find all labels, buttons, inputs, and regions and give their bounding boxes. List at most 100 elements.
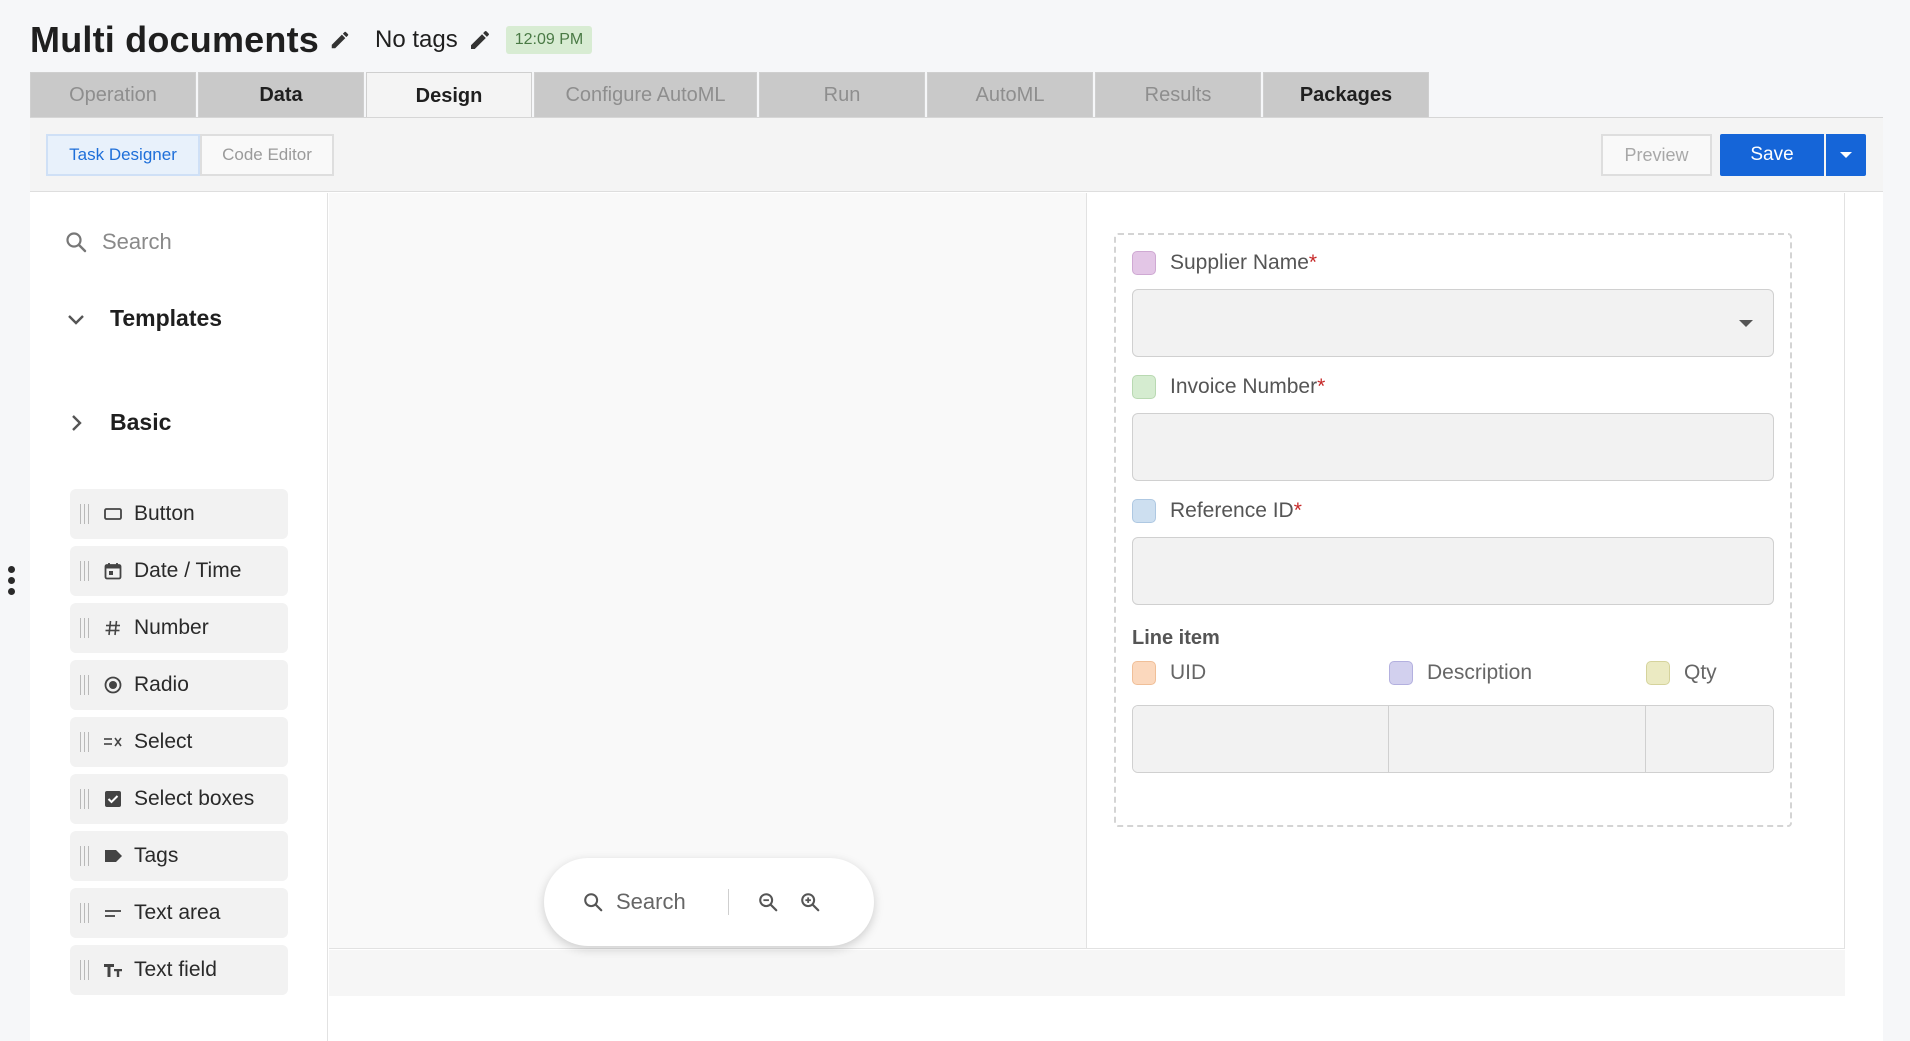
document-canvas[interactable] xyxy=(329,193,1087,949)
checkbox-icon xyxy=(102,788,124,810)
component-text-area[interactable]: Text area xyxy=(70,888,288,938)
supplier-name-select[interactable] xyxy=(1132,289,1774,357)
component-radio[interactable]: Radio xyxy=(70,660,288,710)
color-swatch xyxy=(1132,499,1156,523)
editor-mode-toggle: Task Designer Code Editor xyxy=(46,134,334,176)
line-item-column-qty: Qty xyxy=(1646,661,1717,685)
color-swatch xyxy=(1646,661,1670,685)
component-select-boxes[interactable]: Select boxes xyxy=(70,774,288,824)
qty-input[interactable] xyxy=(1646,706,1773,772)
tags-label: No tags xyxy=(375,26,458,53)
group-templates[interactable]: Templates xyxy=(64,305,222,332)
preview-button[interactable]: Preview xyxy=(1601,134,1712,176)
form-container[interactable]: Supplier Name * Invoice Number * Reference… xyxy=(1114,233,1792,827)
search-icon[interactable] xyxy=(582,891,604,913)
component-date-time[interactable]: Date / Time xyxy=(70,546,288,596)
component-label: Select boxes xyxy=(134,787,255,810)
canvas-search-label[interactable]: Search xyxy=(616,889,686,915)
drag-handle-icon[interactable] xyxy=(80,675,98,695)
required-marker: * xyxy=(1317,375,1326,398)
save-button[interactable]: Save xyxy=(1720,134,1824,176)
zoom-in-icon[interactable] xyxy=(799,891,821,913)
column-label: UID xyxy=(1170,661,1207,684)
description-input[interactable] xyxy=(1389,706,1646,772)
hash-icon xyxy=(102,617,124,639)
line-item-column-description: Description xyxy=(1389,661,1532,685)
tab-bar: Operation Data Design Configure AutoML R… xyxy=(30,72,1431,119)
component-label: Select xyxy=(134,730,193,753)
header: Multi documents No tags 12:09 PM xyxy=(30,18,593,62)
component-label: Tags xyxy=(134,844,179,867)
component-select[interactable]: Select xyxy=(70,717,288,767)
color-swatch xyxy=(1389,661,1413,685)
edit-title-icon[interactable] xyxy=(329,29,351,51)
select-icon xyxy=(102,731,124,753)
tab-operation[interactable]: Operation xyxy=(30,72,196,118)
drag-handle-icon[interactable] xyxy=(80,960,98,980)
task-designer-button[interactable]: Task Designer xyxy=(46,134,200,176)
drag-handle-icon[interactable] xyxy=(80,789,98,809)
color-swatch xyxy=(1132,661,1156,685)
component-tags[interactable]: Tags xyxy=(70,831,288,881)
tab-run[interactable]: Run xyxy=(759,72,925,118)
component-button[interactable]: Button xyxy=(70,489,288,539)
drag-handle-icon[interactable] xyxy=(80,561,98,581)
tab-configure-automl[interactable]: Configure AutoML xyxy=(534,72,757,118)
button-icon xyxy=(102,503,124,525)
save-options-button[interactable] xyxy=(1826,134,1866,176)
column-label: Qty xyxy=(1684,661,1717,684)
more-vert-icon[interactable] xyxy=(8,566,15,595)
text-area-icon xyxy=(102,902,124,924)
search-icon xyxy=(64,230,88,254)
invoice-number-input[interactable] xyxy=(1132,413,1774,481)
tab-data[interactable]: Data xyxy=(198,72,364,118)
bottom-strip xyxy=(329,950,1845,996)
tab-packages[interactable]: Packages xyxy=(1263,72,1429,118)
text-field-icon xyxy=(102,959,124,981)
line-item-row xyxy=(1132,705,1774,773)
field-label-text: Supplier Name xyxy=(1170,251,1309,274)
canvas-search-bar: Search xyxy=(544,858,874,946)
code-editor-button[interactable]: Code Editor xyxy=(200,134,334,176)
radio-icon xyxy=(102,674,124,696)
tab-design[interactable]: Design xyxy=(366,72,532,119)
component-label: Number xyxy=(134,616,209,639)
component-search-placeholder: Search xyxy=(102,229,172,254)
drag-handle-icon[interactable] xyxy=(80,846,98,866)
uid-input[interactable] xyxy=(1133,706,1389,772)
component-text-field[interactable]: Text field xyxy=(70,945,288,995)
field-label-text: Reference ID xyxy=(1170,499,1294,522)
component-number[interactable]: Number xyxy=(70,603,288,653)
form-preview: Supplier Name * Invoice Number * Reference… xyxy=(1087,193,1845,949)
time-badge: 12:09 PM xyxy=(505,26,593,54)
tab-automl[interactable]: AutoML xyxy=(927,72,1093,118)
color-swatch xyxy=(1132,251,1156,275)
component-label: Text field xyxy=(134,958,217,981)
group-templates-label: Templates xyxy=(110,305,223,331)
color-swatch xyxy=(1132,375,1156,399)
drag-handle-icon[interactable] xyxy=(80,903,98,923)
zoom-out-icon[interactable] xyxy=(757,891,779,913)
line-item-title: Line item xyxy=(1132,627,1220,649)
drag-handle-icon[interactable] xyxy=(80,618,98,638)
design-panel: Task Designer Code Editor Preview Save S… xyxy=(30,117,1883,1041)
tab-results[interactable]: Results xyxy=(1095,72,1261,118)
drag-handle-icon[interactable] xyxy=(80,732,98,752)
component-label: Button xyxy=(134,502,195,525)
component-label: Text area xyxy=(134,901,221,924)
field-label-text: Invoice Number xyxy=(1170,375,1318,398)
designer-toolbar: Task Designer Code Editor Preview Save xyxy=(30,118,1883,192)
component-label: Date / Time xyxy=(134,559,242,582)
component-search[interactable]: Search xyxy=(64,229,172,255)
component-label: Radio xyxy=(134,673,189,696)
caret-down-icon xyxy=(1840,152,1852,158)
reference-id-label: Reference ID * xyxy=(1132,499,1302,523)
group-basic[interactable]: Basic xyxy=(64,409,171,436)
drag-handle-icon[interactable] xyxy=(80,504,98,524)
chevron-right-icon xyxy=(64,411,88,435)
page-title: Multi documents xyxy=(30,19,319,60)
reference-id-input[interactable] xyxy=(1132,537,1774,605)
line-item-column-uid: UID xyxy=(1132,661,1206,685)
column-label: Description xyxy=(1427,661,1533,684)
edit-tags-icon[interactable] xyxy=(468,28,492,52)
